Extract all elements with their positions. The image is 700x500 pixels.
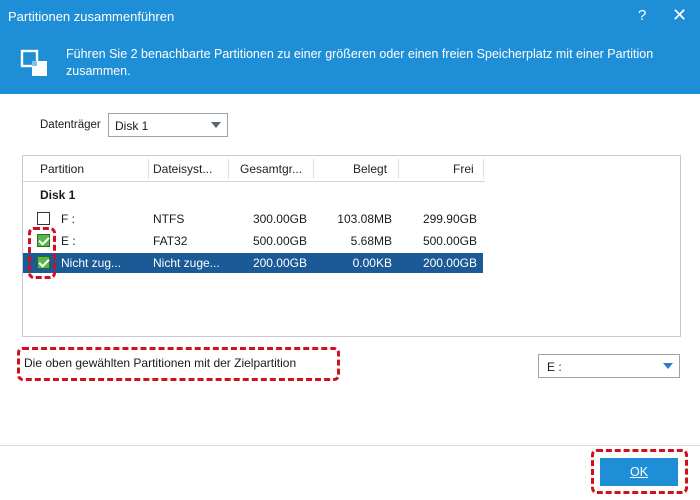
target-partition-dropdown[interactable]: E : (538, 354, 680, 378)
ok-button[interactable]: OK (600, 458, 678, 486)
cell-total: 300.00GB (252, 212, 307, 226)
column-separator[interactable] (228, 159, 229, 179)
ok-button-label: OK (629, 465, 649, 479)
column-separator[interactable] (148, 159, 149, 179)
checkbox-highlight (28, 227, 56, 279)
cell-partition: F : (61, 212, 75, 226)
table-row[interactable]: F : NTFS 300.00GB 103.08MB 299.90GB (23, 209, 483, 229)
column-header-free[interactable]: Frei (453, 162, 474, 176)
cell-used: 0.00KB (352, 256, 392, 270)
footer-divider (0, 445, 700, 446)
banner-text: Führen Sie 2 benachbarte Partitionen zu … (66, 47, 654, 78)
window-title: Partitionen zusammenführen (8, 9, 175, 24)
cell-partition: E : (61, 234, 76, 248)
cell-total: 500.00GB (252, 234, 307, 248)
column-separator[interactable] (483, 159, 484, 179)
cell-free: 500.00GB (422, 234, 477, 248)
cell-free: 299.90GB (422, 212, 477, 226)
chevron-down-icon (663, 363, 673, 369)
cell-filesystem: NTFS (153, 212, 185, 226)
disk-label: Datenträger (40, 119, 101, 131)
column-header-used[interactable]: Belegt (353, 162, 387, 176)
column-separator[interactable] (398, 159, 399, 179)
disk-dropdown-value: Disk 1 (115, 119, 149, 133)
help-button[interactable]: ? (638, 7, 646, 24)
column-header-partition[interactable]: Partition (40, 162, 84, 176)
title-bar: Partitionen zusammenführen ? ✕ (0, 0, 700, 34)
table-row-selected[interactable]: Nicht zug... Nicht zuge... 200.00GB 0.00… (23, 253, 483, 273)
chevron-down-icon (211, 122, 221, 128)
table-row[interactable]: E : FAT32 500.00GB 5.68MB 500.00GB (23, 231, 483, 251)
column-header-filesystem[interactable]: Dateisyst... (153, 162, 212, 176)
cell-free: 200.00GB (422, 256, 477, 270)
merge-icon (20, 49, 47, 76)
target-dropdown-value: E : (547, 360, 562, 374)
disk-group-label: Disk 1 (40, 188, 76, 202)
cell-total: 200.00GB (252, 256, 307, 270)
cell-used: 5.68MB (350, 234, 392, 248)
disk-dropdown[interactable]: Disk 1 (108, 113, 228, 137)
cell-filesystem: Nicht zuge... (153, 256, 220, 270)
cell-partition: Nicht zug... (61, 256, 122, 270)
column-header-total[interactable]: Gesamtgr... (240, 162, 302, 176)
table-header: Partition Dateisyst... Gesamtgr... Beleg… (23, 156, 485, 182)
row-checkbox[interactable] (37, 212, 50, 225)
cell-used: 103.08MB (337, 212, 392, 226)
partition-table: Partition Dateisyst... Gesamtgr... Beleg… (22, 155, 681, 337)
target-partition-label: Die oben gewählten Partitionen mit der Z… (24, 356, 297, 370)
cell-filesystem: FAT32 (153, 234, 188, 248)
info-banner: Führen Sie 2 benachbarte Partitionen zu … (0, 34, 700, 94)
close-button[interactable]: ✕ (672, 5, 687, 26)
column-separator[interactable] (313, 159, 314, 179)
